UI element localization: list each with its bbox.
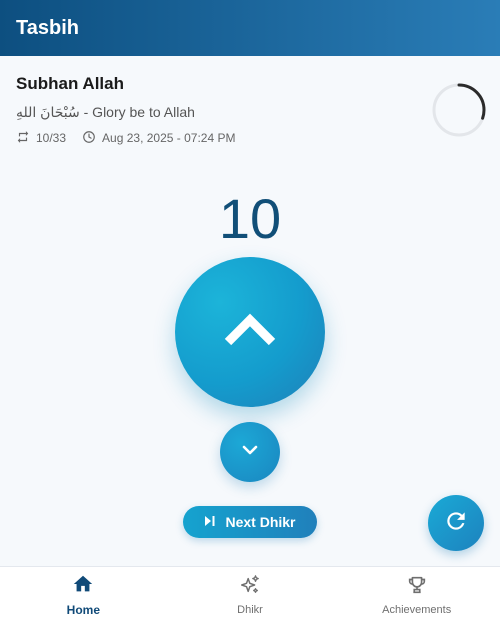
chevron-down-icon (241, 443, 259, 461)
refresh-icon (443, 508, 469, 539)
timestamp: Aug 23, 2025 - 07:24 PM (102, 131, 236, 145)
progress-ring (430, 81, 488, 139)
chevron-up-icon (222, 310, 278, 355)
next-dhikr-button[interactable]: Next Dhikr (183, 506, 317, 538)
nav-label-achievements: Achievements (382, 603, 452, 616)
bottom-nav: Home Dhikr Achievements (0, 566, 500, 622)
progress-text: 10/33 (36, 131, 67, 145)
skip-next-icon (204, 514, 225, 530)
reset-button[interactable] (428, 495, 484, 551)
counter-value: 10 (218, 187, 282, 250)
trophy-icon (406, 574, 428, 601)
dhikr-info: Subhan Allah سُبْحَانَ اللهِ - Glory be … (16, 72, 416, 147)
repeat-icon (16, 130, 36, 147)
nav-label-dhikr: Dhikr (237, 603, 263, 616)
nav-label-home: Home (66, 602, 100, 617)
next-dhikr-label: Next Dhikr (225, 514, 296, 530)
home-icon (72, 573, 94, 600)
nav-item-dhikr[interactable]: Dhikr (167, 567, 334, 622)
app-title: Tasbih (16, 16, 79, 39)
meta-row: 10/33 Aug 23, 2025 - 07:24 PM (16, 129, 416, 147)
dhikr-subtitle: سُبْحَانَ اللهِ - Glory be to Allah (16, 104, 195, 120)
nav-item-achievements[interactable]: Achievements (333, 567, 500, 622)
app-bar: Tasbih (0, 0, 500, 56)
timestamp-meta: Aug 23, 2025 - 07:24 PM (82, 130, 235, 147)
sparkle-icon (239, 574, 261, 601)
dhikr-name: Subhan Allah (16, 74, 124, 93)
nav-item-home[interactable]: Home (0, 567, 167, 622)
decrement-button[interactable] (220, 422, 280, 482)
increment-button[interactable] (175, 257, 325, 407)
progress-meta: 10/33 (16, 130, 66, 147)
clock-icon (82, 130, 102, 147)
